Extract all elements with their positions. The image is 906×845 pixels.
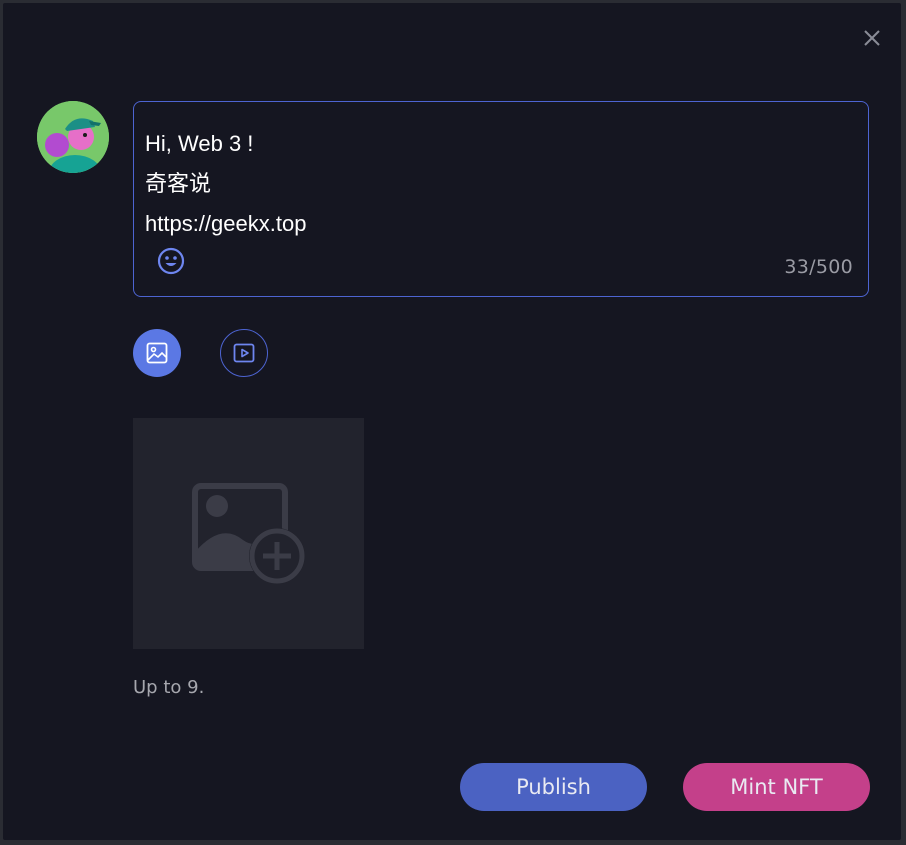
- upload-limit-hint: Up to 9.: [133, 677, 205, 698]
- add-image-icon: [191, 482, 305, 584]
- char-counter: 33/500: [784, 256, 853, 278]
- post-text[interactable]: Hi, Web 3 ! 奇客说 https://geekx.top: [145, 124, 306, 244]
- emoji-button[interactable]: [156, 246, 186, 276]
- close-button[interactable]: [861, 27, 883, 49]
- mint-nft-button[interactable]: Mint NFT: [683, 763, 870, 811]
- avatar: [37, 101, 109, 173]
- smiley-icon: [157, 247, 185, 275]
- image-tab-button[interactable]: [133, 329, 181, 377]
- close-icon: [864, 30, 880, 46]
- video-tab-button[interactable]: [220, 329, 268, 377]
- image-icon: [146, 342, 168, 364]
- publish-button[interactable]: Publish: [460, 763, 647, 811]
- video-play-icon: [233, 343, 255, 363]
- post-text-area[interactable]: Hi, Web 3 ! 奇客说 https://geekx.top 33/500: [133, 101, 869, 297]
- image-upload-area[interactable]: [133, 418, 364, 649]
- post-dialog: Hi, Web 3 ! 奇客说 https://geekx.top 33/500: [3, 3, 901, 840]
